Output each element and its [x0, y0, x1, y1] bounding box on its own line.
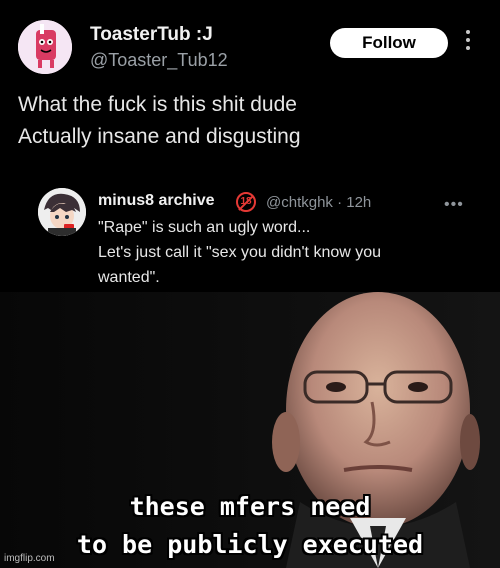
display-name[interactable]: ToasterTub :J	[90, 24, 213, 46]
meme-caption-line-1: these mfers need	[129, 492, 371, 521]
quoted-display-name[interactable]: minus8 archive	[98, 192, 215, 210]
user-avatar[interactable]	[18, 20, 72, 74]
quoted-handle-and-time[interactable]: @chtkghk · 12h	[266, 194, 371, 211]
quoted-user-avatar[interactable]	[38, 188, 86, 236]
quoted-text-line-2: Let's just call it "sex you didn't know …	[98, 244, 382, 261]
quoted-text-line-1: "Rape" is such an ugly word...	[98, 219, 311, 236]
meme-caption-line-2: to be publicly executed	[76, 530, 424, 559]
tweet-text-line-2: Actually insane and disgusting	[18, 125, 301, 148]
toaster-avatar-icon	[18, 20, 72, 74]
vertical-ellipsis-icon[interactable]	[462, 30, 474, 56]
follow-button[interactable]: Follow	[330, 28, 448, 58]
tweet-card: ToasterTub :J @Toaster_Tub12 Follow What…	[0, 0, 500, 292]
watermark-text: imgflip.com	[4, 553, 55, 564]
man-portrait-image	[0, 292, 500, 568]
tweet-text-line-1: What the fuck is this shit dude	[18, 93, 297, 116]
anime-avatar-icon	[38, 188, 86, 236]
user-handle[interactable]: @Toaster_Tub12	[90, 50, 228, 71]
no-under-18-icon: 18	[236, 192, 256, 212]
quoted-text-line-3: wanted".	[98, 269, 160, 286]
meme-photo	[0, 292, 500, 568]
horizontal-ellipsis-icon[interactable]: •••	[444, 196, 464, 214]
